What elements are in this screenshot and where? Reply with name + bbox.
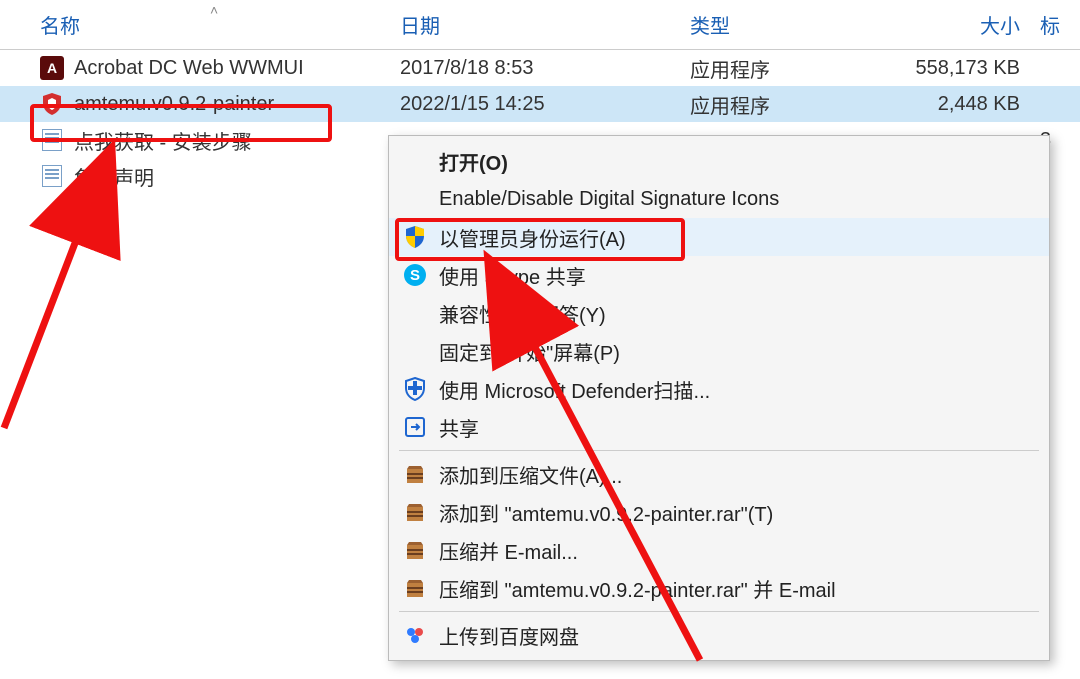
menu-item-defender-scan[interactable]: 使用 Microsoft Defender扫描...	[389, 370, 1049, 408]
file-name: Acrobat DC Web WWMUI	[74, 57, 304, 80]
menu-item-digital-signature[interactable]: Enable/Disable Digital Signature Icons	[389, 180, 1049, 218]
file-size: 558,173 KB	[910, 57, 1030, 80]
file-name: 点我获取 - 安装步骤	[74, 126, 252, 155]
skype-icon: S	[401, 261, 429, 289]
menu-item-share[interactable]: 共享	[389, 408, 1049, 446]
menu-label: 以管理员身份运行(A)	[439, 223, 626, 252]
menu-item-compress-email[interactable]: 压缩并 E-mail...	[389, 531, 1049, 569]
menu-item-skype-share[interactable]: S 使用 Skype 共享	[389, 256, 1049, 294]
menu-item-add-archive[interactable]: 添加到压缩文件(A)...	[389, 455, 1049, 493]
menu-label: 打开(O)	[439, 147, 508, 176]
menu-label: 压缩并 E-mail...	[439, 536, 578, 565]
column-header-tag[interactable]: 标	[1030, 10, 1080, 39]
column-header-size[interactable]: 大小	[910, 10, 1030, 39]
menu-label: 使用 Microsoft Defender扫描...	[439, 375, 710, 404]
rar-icon	[401, 536, 429, 564]
file-type: 应用程序	[690, 54, 910, 83]
blank-icon	[401, 337, 429, 365]
baidu-icon	[401, 621, 429, 649]
column-header-date[interactable]: 日期	[400, 10, 690, 39]
menu-item-add-archive-named[interactable]: 添加到 "amtemu.v0.9.2-painter.rar"(T)	[389, 493, 1049, 531]
menu-label: 压缩到 "amtemu.v0.9.2-painter.rar" 并 E-mail	[439, 574, 836, 603]
sort-arrow-icon: ˄	[210, 2, 218, 18]
menu-label: 固定到"开始"屏幕(P)	[439, 337, 620, 366]
menu-label: 共享	[439, 413, 479, 442]
rar-icon	[401, 460, 429, 488]
column-header-name[interactable]: ˄ 名称	[0, 10, 400, 39]
menu-item-run-as-admin[interactable]: 以管理员身份运行(A)	[389, 218, 1049, 256]
rar-icon	[401, 574, 429, 602]
defender-shield-icon	[401, 375, 429, 403]
file-date: 2017/8/18 8:53	[400, 57, 690, 80]
column-header-type[interactable]: 类型	[690, 10, 910, 39]
svg-text:S: S	[410, 267, 420, 284]
menu-item-compat-troubleshoot[interactable]: 兼容性疑难解答(Y)	[389, 294, 1049, 332]
file-date: 2022/1/15 14:25	[400, 93, 690, 116]
menu-label: 添加到 "amtemu.v0.9.2-painter.rar"(T)	[439, 498, 773, 527]
blank-icon	[401, 185, 429, 213]
menu-label: 上传到百度网盘	[439, 621, 579, 650]
share-icon	[401, 413, 429, 441]
notepad-icon	[40, 128, 64, 152]
menu-item-compress-named-email[interactable]: 压缩到 "amtemu.v0.9.2-painter.rar" 并 E-mail	[389, 569, 1049, 607]
file-row[interactable]: amtemu.v0.9.2-painter 2022/1/15 14:25 应用…	[0, 86, 1080, 122]
menu-separator	[399, 611, 1039, 612]
file-row[interactable]: A Acrobat DC Web WWMUI 2017/8/18 8:53 应用…	[0, 50, 1080, 86]
context-menu: 打开(O) Enable/Disable Digital Signature I…	[388, 135, 1050, 661]
uac-shield-icon	[401, 223, 429, 251]
menu-item-baidu-upload[interactable]: 上传到百度网盘	[389, 616, 1049, 654]
rar-icon	[401, 498, 429, 526]
menu-label: 兼容性疑难解答(Y)	[439, 299, 606, 328]
blank-icon	[401, 299, 429, 327]
file-name: amtemu.v0.9.2-painter	[74, 93, 274, 116]
menu-label: 使用 Skype 共享	[439, 261, 586, 290]
notepad-icon	[40, 164, 64, 188]
column-header-row: ˄ 名称 日期 类型 大小 标	[0, 0, 1080, 50]
menu-label: Enable/Disable Digital Signature Icons	[439, 188, 779, 211]
menu-separator	[399, 450, 1039, 451]
blank-icon	[401, 147, 429, 175]
menu-item-open[interactable]: 打开(O)	[389, 142, 1049, 180]
menu-item-pin-start[interactable]: 固定到"开始"屏幕(P)	[389, 332, 1049, 370]
file-size: 2,448 KB	[910, 93, 1030, 116]
shield-red-icon	[40, 92, 64, 116]
acrobat-icon: A	[40, 56, 64, 80]
file-name: 免费声明	[74, 162, 154, 191]
menu-label: 添加到压缩文件(A)...	[439, 460, 622, 489]
file-type: 应用程序	[690, 90, 910, 119]
